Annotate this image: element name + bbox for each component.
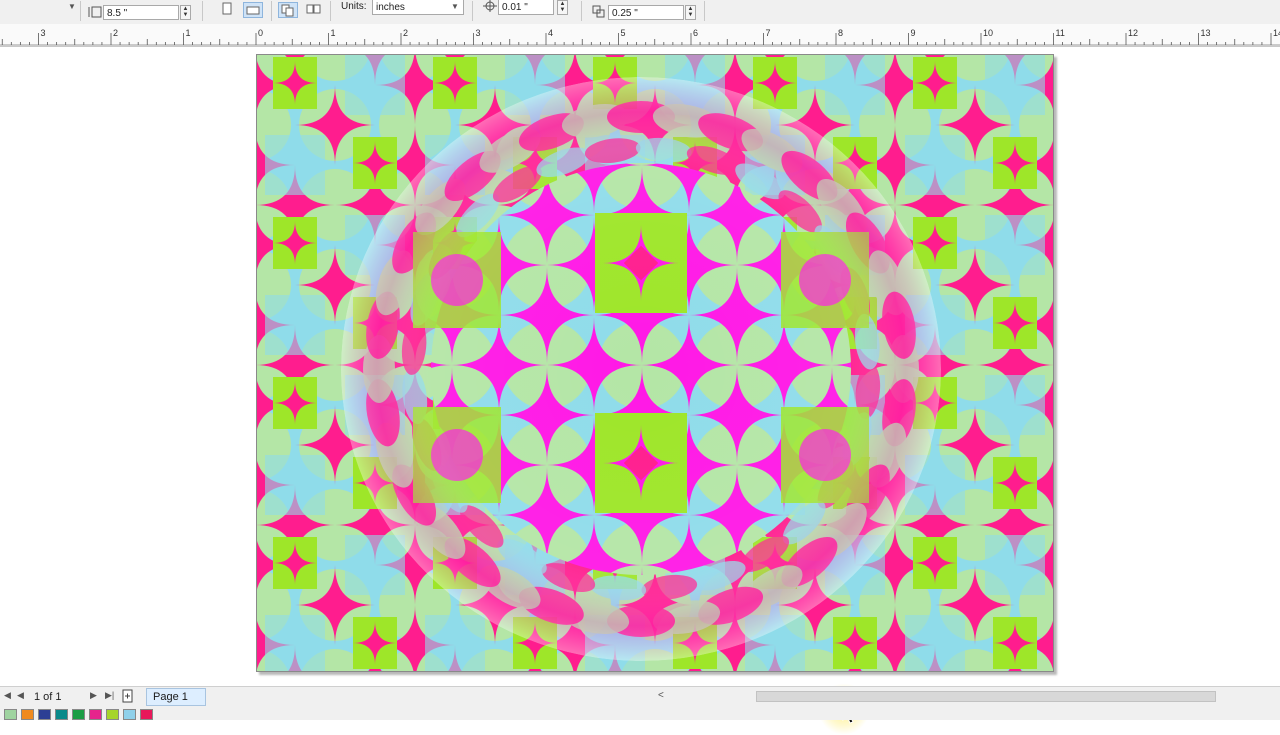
- chevron-down-icon[interactable]: ▼: [451, 2, 459, 11]
- ruler-label: 8: [838, 28, 843, 38]
- page-tab[interactable]: Page 1: [146, 688, 206, 706]
- color-swatch[interactable]: [38, 709, 51, 720]
- ruler-label: 1: [186, 28, 191, 38]
- color-swatch[interactable]: [72, 709, 85, 720]
- color-swatch[interactable]: [55, 709, 68, 720]
- bulge-pattern-artwork[interactable]: [257, 55, 1053, 671]
- scroll-left-icon[interactable]: <: [658, 690, 664, 701]
- page-count: 1 of 1: [34, 691, 62, 703]
- ruler-label: 11: [1056, 28, 1065, 38]
- horizontal-ruler[interactable]: 32101234567891011121314: [0, 24, 1280, 47]
- add-page-icon[interactable]: [122, 689, 134, 705]
- ruler-label: 1: [331, 28, 336, 38]
- chevron-down-icon[interactable]: ▼: [68, 2, 76, 11]
- ruler-label: 14: [1273, 28, 1280, 38]
- page-height-icon: [88, 6, 102, 18]
- landscape-icon[interactable]: [243, 2, 263, 18]
- bulge-center: [341, 77, 941, 661]
- ruler-label: 6: [693, 28, 698, 38]
- next-page-icon[interactable]: ▶: [90, 690, 97, 701]
- first-page-icon[interactable]: ◀: [4, 690, 11, 701]
- portrait-icon[interactable]: [219, 2, 235, 16]
- units-label: Units:: [341, 1, 367, 12]
- nudge-icon: [482, 0, 498, 14]
- separator: [271, 1, 272, 21]
- ruler-label: 2: [403, 28, 408, 38]
- ruler-label: 5: [621, 28, 626, 38]
- nudge-distance-input[interactable]: 0.01 ": [498, 0, 554, 15]
- color-swatch[interactable]: [21, 709, 34, 720]
- color-swatch[interactable]: [89, 709, 102, 720]
- separator: [202, 1, 203, 21]
- duplicate-distance-input[interactable]: 0.25 ": [608, 5, 684, 20]
- separator: [330, 1, 331, 21]
- ruler-label: 7: [766, 28, 771, 38]
- horizontal-scrollbar-thumb[interactable]: [756, 691, 1216, 702]
- last-page-icon[interactable]: ▶|: [105, 690, 114, 701]
- ruler-label: 2: [113, 28, 118, 38]
- page-navigator: ◀ ◀ 1 of 1 ▶ ▶| Page 1 <: [0, 686, 1280, 708]
- separator: [472, 1, 473, 21]
- color-palette: [0, 707, 1280, 720]
- drawing-canvas[interactable]: [0, 47, 1280, 735]
- property-bar: ▼ 8.5 " ▲ ▼ Units: inches ▼ 0.01 " ▲ ▼ 0.2…: [0, 0, 1280, 25]
- duplicate-distance-spinner[interactable]: ▲ ▼: [685, 5, 696, 20]
- page-height-input[interactable]: 8.5 ": [103, 5, 179, 20]
- color-swatch[interactable]: [4, 709, 17, 720]
- document-page[interactable]: [256, 54, 1054, 672]
- color-swatch[interactable]: [140, 709, 153, 720]
- separator: [80, 1, 81, 21]
- ruler-label: 9: [911, 28, 916, 38]
- ruler-label: 10: [983, 28, 993, 38]
- ruler-label: 4: [548, 28, 553, 38]
- ruler-label: 3: [476, 28, 481, 38]
- ruler-ticks: 32101234567891011121314: [0, 28, 1280, 46]
- page-height-spinner[interactable]: ▲ ▼: [180, 5, 191, 20]
- ruler-label: 12: [1128, 28, 1138, 38]
- current-page-icon[interactable]: [305, 2, 321, 16]
- separator: [581, 1, 582, 21]
- separator: [704, 1, 705, 21]
- color-swatch[interactable]: [123, 709, 136, 720]
- nudge-spinner[interactable]: ▲ ▼: [557, 0, 568, 15]
- color-swatch[interactable]: [106, 709, 119, 720]
- previous-page-icon[interactable]: ◀: [17, 690, 24, 701]
- all-pages-icon[interactable]: [278, 2, 298, 18]
- duplicate-distance-icon: [591, 4, 607, 18]
- ruler-label: 13: [1201, 28, 1211, 38]
- ruler-label: 3: [41, 28, 46, 38]
- ruler-label: 0: [258, 28, 263, 38]
